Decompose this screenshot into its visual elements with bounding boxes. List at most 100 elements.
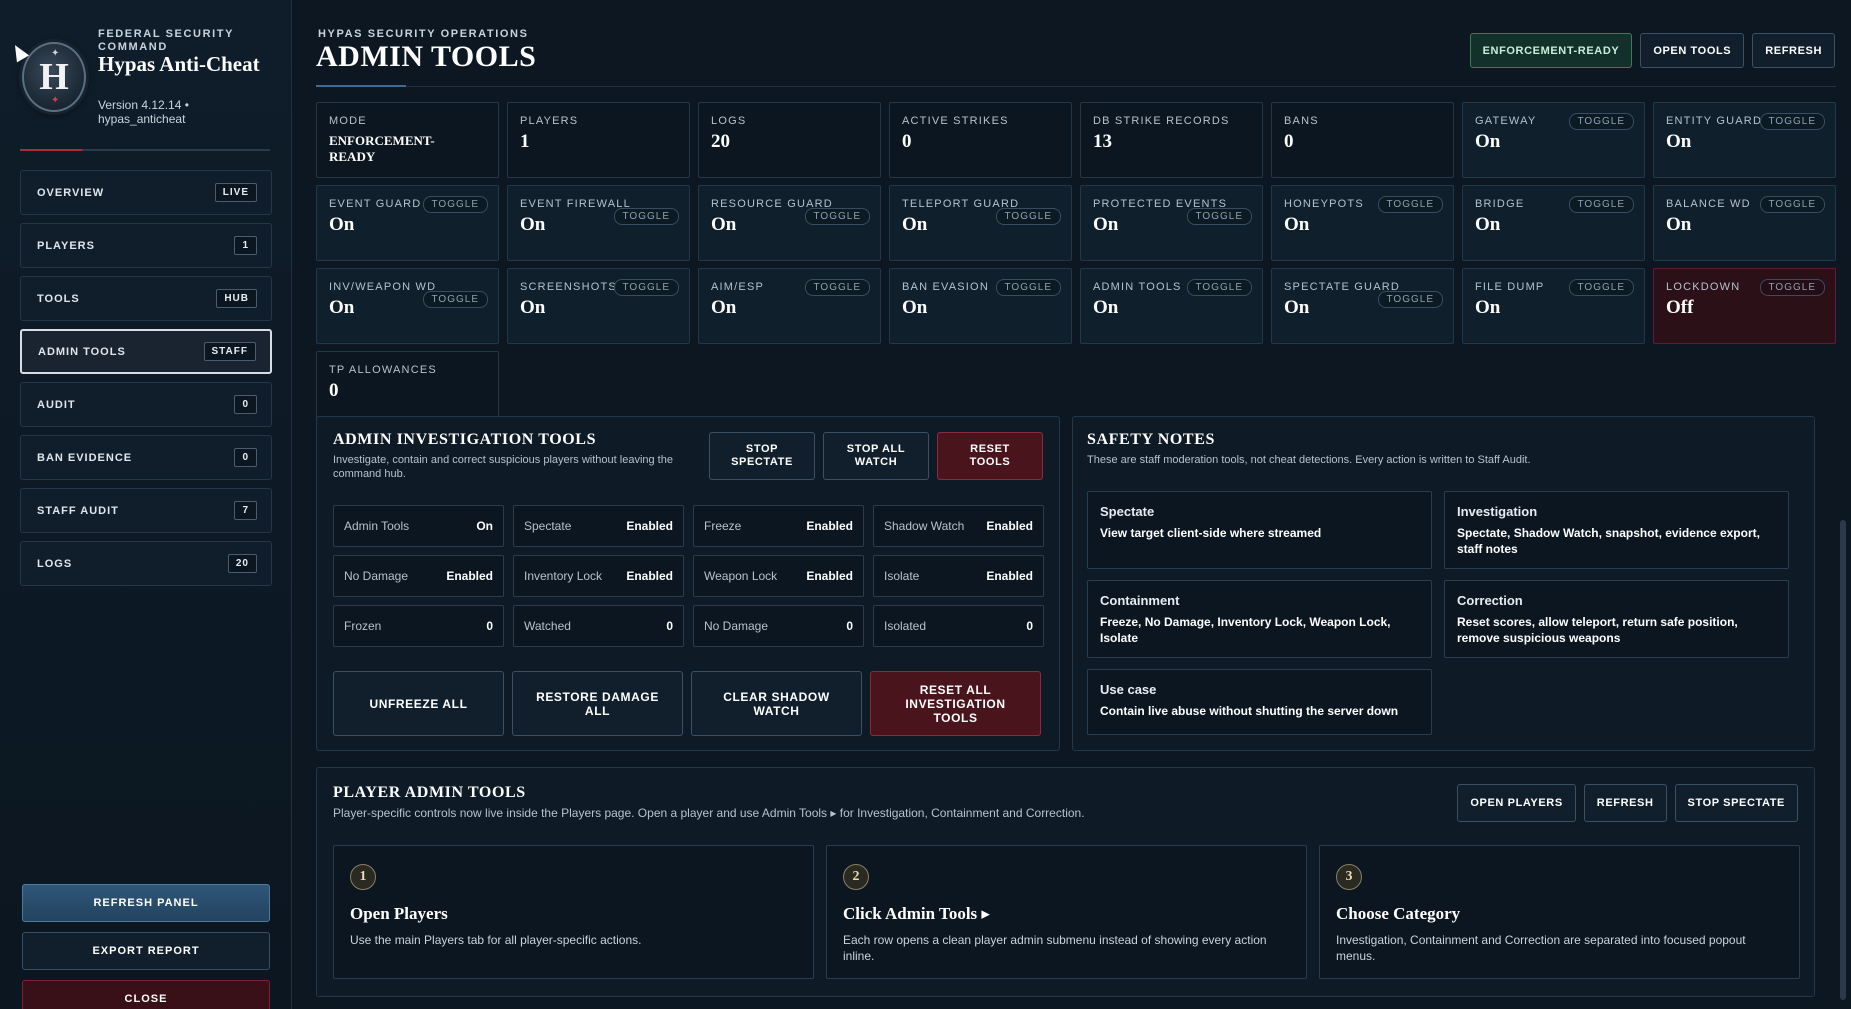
toggle-button[interactable]: TOGGLE [422,291,488,308]
step-card: 3 Choose Category Investigation, Contain… [1319,845,1800,979]
scrollbar[interactable] [1840,520,1846,1000]
sidebar-item-badge: 0 [234,448,257,467]
stop-spectate-button[interactable]: STOP SPECTATE [709,432,815,480]
step-number: 3 [1336,864,1362,890]
toggle-button[interactable]: TOGGLE [613,279,679,296]
stat-label: DB STRIKE RECORDS [1093,115,1230,127]
stat-label: ENTITY GUARD [1666,115,1763,127]
investigation-title: ADMIN INVESTIGATION TOOLS [333,431,597,448]
sidebar-item-label: AUDIT [37,398,76,411]
restore-damage-all-button[interactable]: RESTORE DAMAGE ALL [512,671,683,736]
page-eyebrow: HYPAS SECURITY OPERATIONS [318,28,529,40]
shield-logo-icon: ✦ H ✦ [22,42,86,112]
note-title: Investigation [1457,504,1538,519]
stop-spectate-button[interactable]: STOP SPECTATE [1674,784,1798,822]
stat-value: On [520,297,546,318]
sidebar-item-overview[interactable]: OVERVIEW LIVE [20,170,272,215]
stat-card-ban-evasion: BAN EVASION On TOGGLE [889,268,1072,344]
stat-value: On [1666,214,1692,235]
step-card: 2 Click Admin Tools ▸ Each row opens a c… [826,845,1307,979]
star-icon: ✦ [51,48,60,59]
step-number: 1 [350,864,376,890]
clear-shadow-watch-button[interactable]: CLEAR SHADOW WATCH [691,671,862,736]
step-title[interactable]: Click Admin Tools ▸ [843,904,990,924]
toggle-button[interactable]: TOGGLE [995,279,1061,296]
toggle-button[interactable]: TOGGLE [1759,113,1825,130]
step-card: 1 Open Players Use the main Players tab … [333,845,814,979]
stat-card-spectate-guard: SPECTATE GUARD On TOGGLE [1271,268,1454,344]
player-tools-subtitle: Player-specific controls now live inside… [333,806,1085,820]
step-body: Use the main Players tab for all player-… [350,933,642,947]
toggle-button[interactable]: TOGGLE [422,196,488,213]
toggle-button[interactable]: TOGGLE [1377,291,1443,308]
status-cell-label: Inventory Lock [524,569,603,583]
status-cell-value: Enabled [986,519,1033,533]
sidebar-item-players[interactable]: PLAYERS 1 [20,223,272,268]
brand-version: Version 4.12.14 • hypas_anticheat [98,98,189,126]
refresh-button[interactable]: REFRESH [1583,784,1667,822]
sidebar-item-logs[interactable]: LOGS 20 [20,541,272,586]
status-cell-value: 0 [1026,619,1033,633]
stat-card-screenshots: SCREENSHOTS On TOGGLE [507,268,690,344]
note-title: Use case [1100,682,1157,697]
stat-label: LOCKDOWN [1666,281,1741,293]
export-report-button[interactable]: EXPORT REPORT [22,932,270,970]
enforcement-ready-button[interactable]: ENFORCEMENT-READY [1469,33,1633,68]
sidebar-item-badge: 0 [234,395,257,414]
stat-value: On [711,297,737,318]
stat-card-resource-guard: RESOURCE GUARD On TOGGLE [698,185,881,261]
refresh-panel-button[interactable]: REFRESH PANEL [22,884,270,922]
note-title: Containment [1100,593,1180,608]
open-tools-button[interactable]: OPEN TOOLS [1640,33,1745,68]
toggle-button[interactable]: TOGGLE [613,208,679,225]
status-cell-isolate: Isolate Enabled [873,555,1044,597]
status-cell-value: Enabled [806,519,853,533]
stat-label: MODE [329,115,367,127]
header-accent [316,85,406,87]
stat-value: 20 [711,131,730,152]
unfreeze-all-button[interactable]: UNFREEZE ALL [333,671,504,736]
step-body: Investigation, Containment and Correctio… [1336,933,1746,963]
status-cell-label: Watched [524,619,571,633]
note-body: Spectate, Shadow Watch, snapshot, eviden… [1457,526,1760,556]
status-cell-value: Enabled [626,519,673,533]
stat-card-balance-wd: BALANCE WD On TOGGLE [1653,185,1836,261]
stat-card-file-dump: FILE DUMP On TOGGLE [1462,268,1645,344]
stat-card-gateway: GATEWAY On TOGGLE [1462,102,1645,178]
toggle-button[interactable]: TOGGLE [1568,196,1634,213]
toggle-button[interactable]: TOGGLE [995,208,1061,225]
toggle-button[interactable]: TOGGLE [1759,196,1825,213]
toggle-button[interactable]: TOGGLE [804,208,870,225]
stat-card-protected-events: PROTECTED EVENTS On TOGGLE [1080,185,1263,261]
close-button[interactable]: CLOSE [22,980,270,1009]
player-tools-actions: OPEN PLAYERS REFRESH STOP SPECTATE [1457,784,1798,822]
sidebar-item-tools[interactable]: TOOLS HUB [20,276,272,321]
safety-title: SAFETY NOTES [1087,431,1215,448]
refresh-button[interactable]: REFRESH [1752,33,1835,68]
stop-all-watch-button[interactable]: STOP ALL WATCH [823,432,929,480]
sidebar-item-staff-audit[interactable]: STAFF AUDIT 7 [20,488,272,533]
sidebar-item-admin-tools[interactable]: ADMIN TOOLS STAFF [20,329,272,374]
stat-value: Off [1666,297,1694,318]
open-players-button[interactable]: OPEN PLAYERS [1457,784,1576,822]
toggle-button[interactable]: TOGGLE [1186,208,1252,225]
toggle-button[interactable]: TOGGLE [1759,279,1825,296]
reset-tools-button[interactable]: RESET TOOLS [937,432,1043,480]
sidebar-item-ban-evidence[interactable]: BAN EVIDENCE 0 [20,435,272,480]
stat-label: AIM/ESP [711,281,765,293]
stat-card-bridge: BRIDGE On TOGGLE [1462,185,1645,261]
toggle-button[interactable]: TOGGLE [1377,196,1443,213]
status-cell-label: Spectate [524,519,572,533]
toggle-button[interactable]: TOGGLE [804,279,870,296]
reset-all-investigation-tools-button[interactable]: RESET ALL INVESTIGATION TOOLS [870,671,1041,736]
toggle-button[interactable]: TOGGLE [1568,279,1634,296]
sidebar-item-badge: LIVE [214,183,257,202]
step-title: Choose Category [1336,904,1461,923]
stat-card-teleport-guard: TELEPORT GUARD On TOGGLE [889,185,1072,261]
status-cell-label: Isolate [884,569,920,583]
toggle-button[interactable]: TOGGLE [1568,113,1634,130]
sidebar-item-audit[interactable]: AUDIT 0 [20,382,272,427]
note-body: View target client-side where streamed [1100,526,1322,540]
toggle-button[interactable]: TOGGLE [1186,279,1252,296]
stat-value: On [902,297,928,318]
